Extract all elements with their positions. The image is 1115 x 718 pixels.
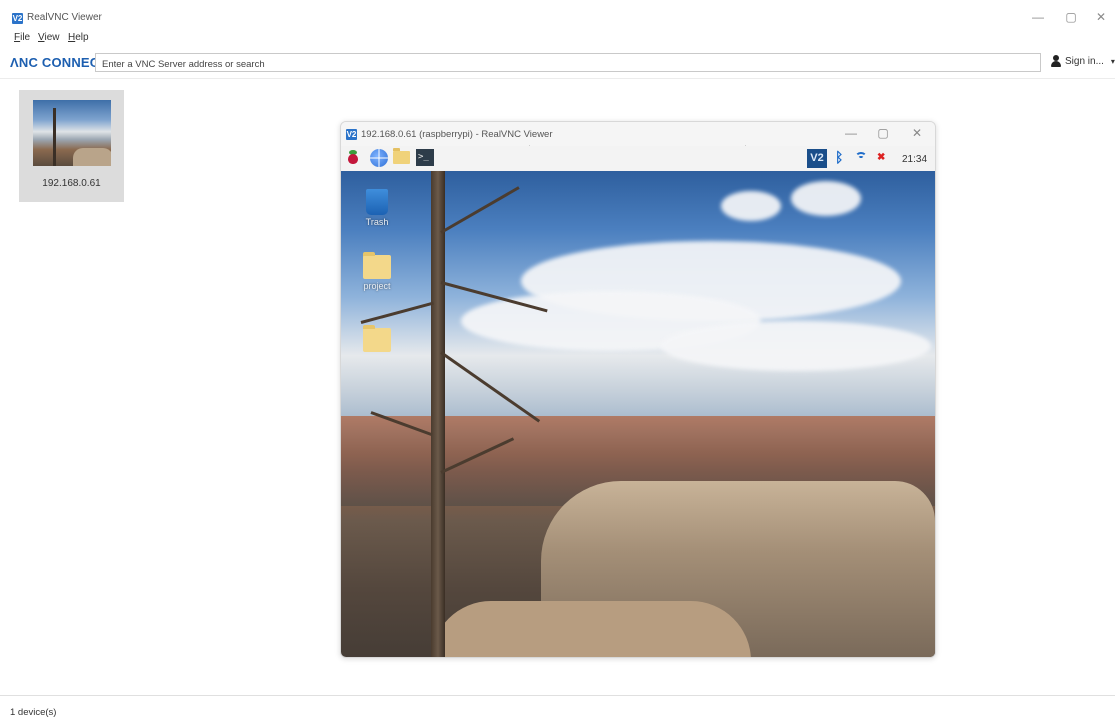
cloud bbox=[661, 321, 931, 371]
wifi-arc-inner bbox=[858, 156, 864, 160]
trash-icon bbox=[366, 189, 388, 215]
thumbnail-rock bbox=[73, 148, 111, 166]
terminal-icon[interactable]: >_ bbox=[416, 149, 434, 166]
close-button[interactable]: ✕ bbox=[1093, 10, 1109, 24]
restore-button[interactable]: ▢ bbox=[1063, 10, 1079, 24]
dead-tree bbox=[431, 171, 445, 657]
menu-file-label: ile bbox=[20, 32, 31, 43]
remote-title-bar[interactable]: V2 192.168.0.61 (raspberrypi) - RealVNC … bbox=[341, 122, 935, 146]
person-icon bbox=[1050, 55, 1062, 67]
pi-taskbar: >_ V2 ᛒ ✖ 21:34 bbox=[341, 146, 935, 171]
vnc-server-tray-icon[interactable]: V2 bbox=[807, 149, 827, 168]
device-label: 192.168.0.61 bbox=[42, 178, 101, 189]
status-device-count: 1 device(s) bbox=[10, 707, 57, 718]
device-thumbnail bbox=[33, 100, 111, 166]
volume-muted-icon[interactable]: ✖ bbox=[877, 152, 885, 163]
web-browser-icon[interactable] bbox=[370, 149, 388, 167]
menu-help[interactable]: Help bbox=[68, 32, 89, 43]
raspberry-menu-icon[interactable] bbox=[347, 150, 359, 164]
file-manager-icon[interactable] bbox=[393, 148, 410, 164]
tree-branch bbox=[440, 186, 520, 234]
folder-icon bbox=[363, 325, 391, 352]
foreground-rock bbox=[431, 601, 751, 657]
wifi-icon[interactable] bbox=[855, 152, 867, 164]
taskbar-clock[interactable]: 21:34 bbox=[902, 154, 927, 165]
desktop-icon-folder[interactable] bbox=[359, 325, 395, 354]
remote-desktop[interactable]: Trash project bbox=[341, 171, 935, 657]
menu-file[interactable]: File bbox=[14, 32, 30, 43]
remote-minimize-button[interactable]: — bbox=[843, 126, 859, 140]
remote-realvnc-logo-icon: V2 bbox=[346, 129, 357, 140]
minimize-button[interactable]: — bbox=[1030, 10, 1046, 24]
window-title: RealVNC Viewer bbox=[27, 12, 102, 23]
status-divider bbox=[0, 695, 1115, 696]
desktop-icon-label: project bbox=[363, 281, 391, 291]
thumbnail-tree bbox=[53, 108, 56, 166]
device-tile[interactable]: 192.168.0.61 bbox=[19, 90, 124, 202]
search-box bbox=[95, 53, 1041, 72]
tree-branch bbox=[440, 351, 541, 423]
sign-in-label: Sign in... bbox=[1065, 55, 1104, 67]
cloud bbox=[721, 191, 781, 221]
menu-view[interactable]: View bbox=[38, 32, 60, 43]
desktop-icon-label: Trash bbox=[365, 217, 389, 227]
sign-in-button[interactable]: Sign in... ▾ bbox=[1050, 55, 1115, 67]
desktop-icon-trash[interactable]: Trash bbox=[359, 189, 395, 227]
remote-restore-button[interactable]: ▢ bbox=[875, 126, 891, 140]
chevron-down-icon[interactable]: ▾ bbox=[1111, 57, 1115, 66]
search-input[interactable] bbox=[96, 57, 1038, 72]
title-bar: V2 RealVNC Viewer — ▢ ✕ bbox=[0, 0, 1115, 30]
toolbar-divider bbox=[0, 78, 1115, 79]
desktop-icon-project[interactable]: project bbox=[359, 252, 395, 291]
raspberry-berry bbox=[348, 154, 358, 164]
remote-window-title: 192.168.0.61 (raspberrypi) - RealVNC Vie… bbox=[361, 129, 553, 140]
menu-help-label: elp bbox=[75, 32, 89, 43]
menu-view-label: iew bbox=[44, 32, 60, 43]
remote-session-window[interactable]: V2 192.168.0.61 (raspberrypi) - RealVNC … bbox=[340, 121, 936, 658]
menu-bar: File View Help bbox=[0, 30, 1115, 46]
cloud bbox=[791, 181, 861, 216]
remote-close-button[interactable]: ✕ bbox=[909, 126, 925, 140]
bluetooth-icon[interactable]: ᛒ bbox=[835, 149, 843, 165]
realvnc-logo-icon: V2 bbox=[12, 13, 23, 24]
tree-branch bbox=[360, 301, 434, 324]
folder-icon bbox=[363, 252, 391, 279]
vnc-connect-logo: ɅNC CONNECT bbox=[10, 55, 108, 70]
